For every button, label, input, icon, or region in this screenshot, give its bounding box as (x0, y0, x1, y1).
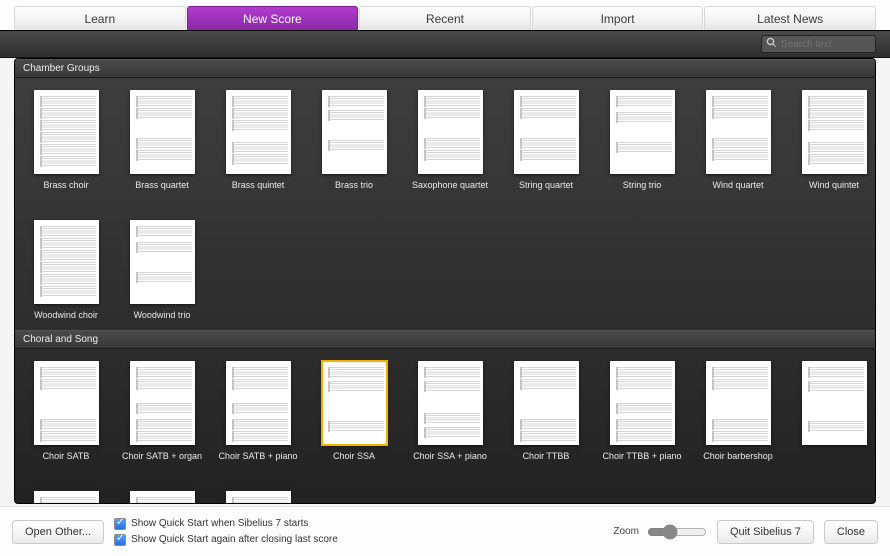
template-card[interactable]: Brass trio (321, 90, 387, 190)
tab-latest-news[interactable]: Latest News (704, 6, 876, 30)
template-card[interactable]: Brass quintet (225, 90, 291, 190)
template-card[interactable]: Woodwind choir (33, 220, 99, 320)
template-thumbnail (34, 491, 99, 504)
template-thumbnail (226, 491, 291, 504)
search-row (0, 30, 890, 58)
template-thumbnail (418, 361, 483, 445)
template-card[interactable]: Woodwind trio (129, 220, 195, 320)
template-card[interactable]: Choir SATB (33, 361, 99, 461)
template-card[interactable] (129, 491, 195, 504)
startup-options: Show Quick Start when Sibelius 7 starts … (114, 518, 338, 546)
group-body: Choir SATBChoir SATB + organChoir SATB +… (15, 349, 875, 504)
top-tabbar: LearnNew ScoreRecentImportLatest News (0, 0, 890, 30)
template-label: Brass trio (299, 180, 409, 190)
template-thumbnail (226, 90, 291, 174)
template-label: String trio (587, 180, 697, 190)
group-header: Chamber Groups (15, 59, 875, 78)
template-label: Brass quintet (203, 180, 313, 190)
template-card[interactable]: Brass choir (33, 90, 99, 190)
template-thumbnail (130, 361, 195, 445)
template-label: Wind quartet (683, 180, 793, 190)
template-thumbnail (130, 220, 195, 304)
template-thumbnail (802, 90, 867, 174)
template-thumbnail (34, 361, 99, 445)
template-thumbnail (322, 361, 387, 445)
template-gallery[interactable]: Chamber GroupsBrass choirBrass quartetBr… (14, 58, 876, 504)
checkbox-label: Show Quick Start again after closing las… (131, 534, 338, 545)
zoom-control: Zoom (613, 524, 707, 540)
template-card[interactable]: Choir SSA (321, 361, 387, 461)
template-card[interactable]: Wind quintet (801, 90, 867, 190)
template-card[interactable]: Choir SSA + piano (417, 361, 483, 461)
template-card[interactable]: Choir SATB + organ (129, 361, 195, 461)
footer-bar: Open Other... Show Quick Start when Sibe… (0, 506, 890, 556)
search-box[interactable] (761, 35, 876, 53)
template-thumbnail (706, 90, 771, 174)
template-card[interactable] (225, 491, 291, 504)
template-label: String quartet (491, 180, 601, 190)
search-input[interactable] (781, 39, 890, 50)
template-thumbnail (802, 361, 867, 445)
template-thumbnail (130, 90, 195, 174)
template-thumbnail (34, 90, 99, 174)
template-card[interactable] (33, 491, 99, 504)
template-card[interactable]: String trio (609, 90, 675, 190)
template-thumbnail (226, 361, 291, 445)
template-thumbnail (514, 90, 579, 174)
template-card[interactable]: Brass quartet (129, 90, 195, 190)
template-thumbnail (130, 491, 195, 504)
show-quickstart-after-close[interactable]: Show Quick Start again after closing las… (114, 534, 338, 546)
template-label: Choir barbershop (683, 451, 793, 461)
template-thumbnail (34, 220, 99, 304)
template-label: Brass choir (14, 180, 121, 190)
template-thumbnail (418, 90, 483, 174)
template-card[interactable]: Choir TTBB + piano (609, 361, 675, 461)
template-thumbnail (610, 361, 675, 445)
tab-recent[interactable]: Recent (359, 6, 531, 30)
template-card[interactable]: Saxophone quartet (417, 90, 483, 190)
template-label: Choir SATB (14, 451, 121, 461)
zoom-slider[interactable] (647, 524, 707, 540)
checkbox[interactable] (114, 534, 126, 546)
group-header: Choral and Song (15, 330, 875, 349)
template-label: Choir TTBB (491, 451, 601, 461)
template-card[interactable]: Choir TTBB (513, 361, 579, 461)
group-body: Brass choirBrass quartetBrass quintetBra… (15, 78, 875, 330)
template-label: Brass quartet (107, 180, 217, 190)
tab-learn[interactable]: Learn (14, 6, 186, 30)
template-card[interactable]: Choir SATB + piano (225, 361, 291, 461)
template-card[interactable] (801, 361, 867, 461)
template-label: Wind quintet (779, 180, 876, 190)
close-button[interactable]: Close (824, 520, 878, 544)
template-label: Choir SSA (299, 451, 409, 461)
template-label: Choir TTBB + piano (587, 451, 697, 461)
template-thumbnail (706, 361, 771, 445)
template-label: Woodwind trio (107, 310, 217, 320)
template-label: Choir SATB + organ (107, 451, 217, 461)
template-label: Woodwind choir (14, 310, 121, 320)
quit-button[interactable]: Quit Sibelius 7 (717, 520, 814, 544)
template-thumbnail (514, 361, 579, 445)
open-other-button[interactable]: Open Other... (12, 520, 104, 544)
template-card[interactable]: Choir barbershop (705, 361, 771, 461)
search-icon (766, 37, 777, 51)
template-label: Choir SATB + piano (203, 451, 313, 461)
zoom-label: Zoom (613, 526, 639, 537)
tab-import[interactable]: Import (532, 6, 704, 30)
show-quickstart-startup[interactable]: Show Quick Start when Sibelius 7 starts (114, 518, 338, 530)
template-thumbnail (610, 90, 675, 174)
template-label: Saxophone quartet (395, 180, 505, 190)
checkbox-label: Show Quick Start when Sibelius 7 starts (131, 518, 308, 529)
template-label: Choir SSA + piano (395, 451, 505, 461)
template-card[interactable]: String quartet (513, 90, 579, 190)
tab-new-score[interactable]: New Score (187, 6, 359, 30)
template-card[interactable]: Wind quartet (705, 90, 771, 190)
template-thumbnail (322, 90, 387, 174)
checkbox[interactable] (114, 518, 126, 530)
